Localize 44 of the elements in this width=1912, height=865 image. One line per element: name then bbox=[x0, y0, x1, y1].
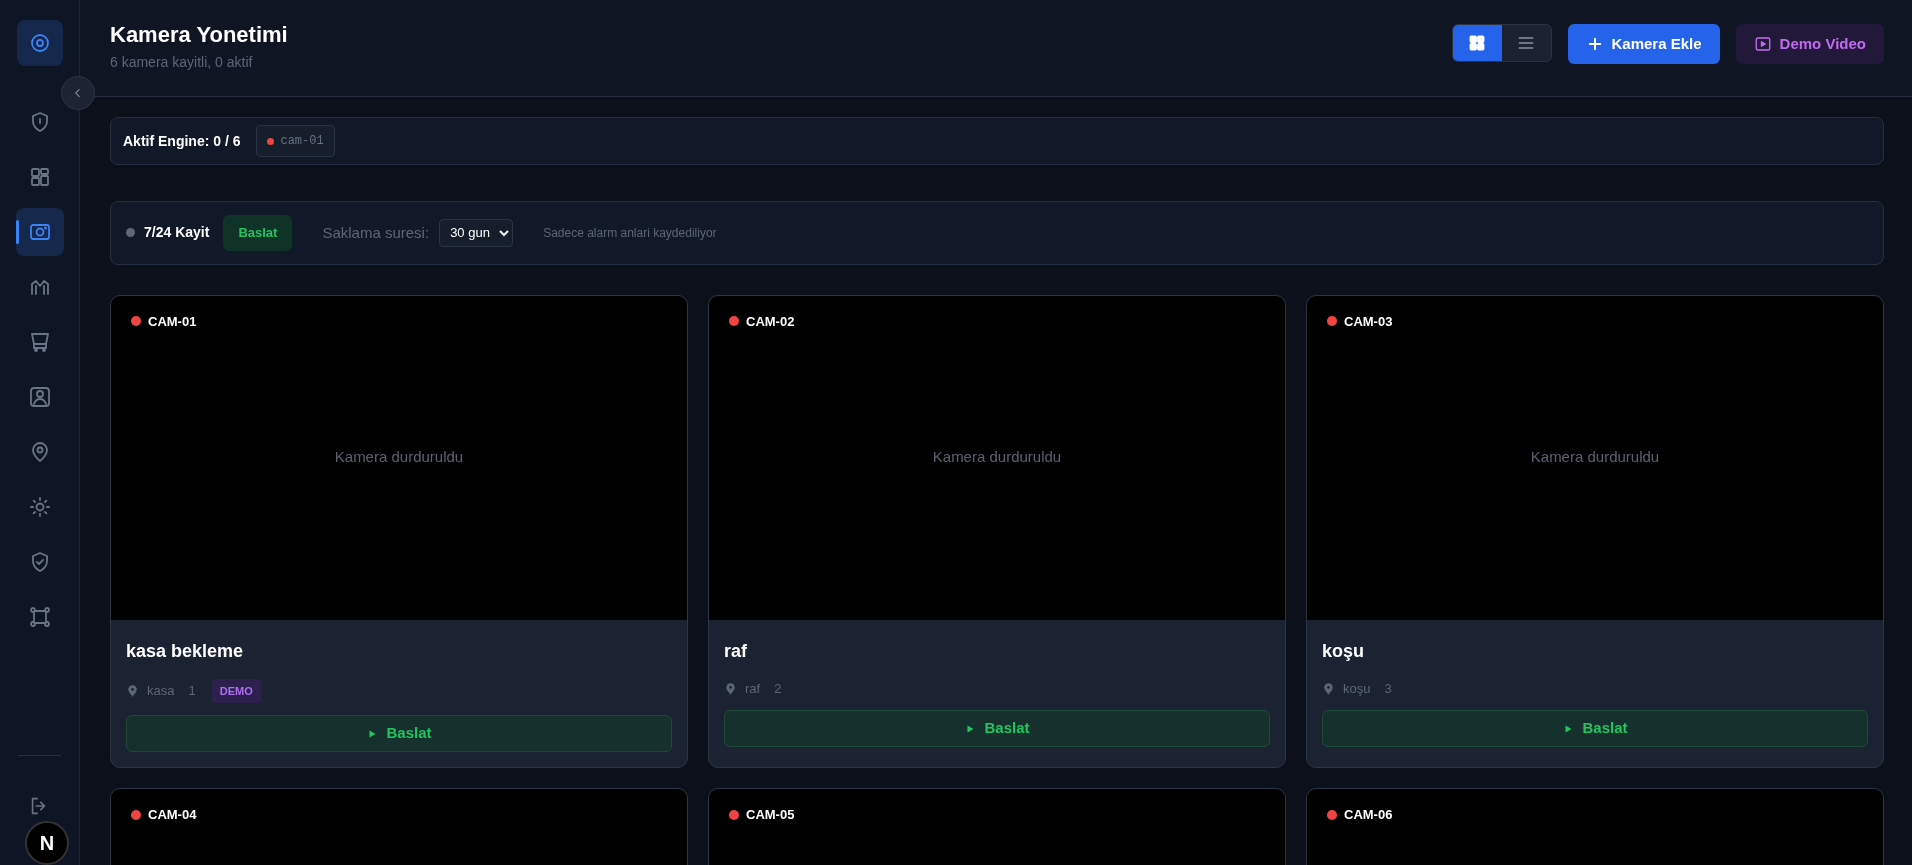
location-pin-icon bbox=[1322, 681, 1335, 695]
camera-name: koşu bbox=[1322, 639, 1365, 663]
start-camera-button[interactable]: Baslat bbox=[1322, 710, 1868, 747]
camera-location: koşu bbox=[1343, 679, 1371, 698]
camera-id: CAM-01 bbox=[148, 312, 197, 331]
frame-icon bbox=[27, 605, 52, 629]
camera-status: Kamera durduruldu bbox=[932, 447, 1062, 468]
engine-chip: cam-01 bbox=[256, 125, 335, 157]
location-pin-icon bbox=[126, 684, 139, 698]
camera-id: CAM-06 bbox=[1344, 806, 1393, 824]
grid-icon bbox=[1467, 33, 1487, 53]
start-recording-button[interactable]: Baslat bbox=[223, 215, 293, 251]
demo-video-button[interactable]: Demo Video bbox=[1735, 24, 1884, 64]
start-camera-button[interactable]: Baslat bbox=[724, 710, 1270, 747]
camera-id: CAM-03 bbox=[1344, 312, 1393, 331]
camera-name: raf bbox=[724, 639, 748, 663]
dev-badge[interactable]: N bbox=[25, 821, 69, 865]
settings-icon bbox=[27, 495, 52, 519]
page-subtitle: 6 kamera kayitli, 0 aktif bbox=[110, 53, 254, 73]
camera-status: Kamera durduruldu bbox=[1530, 447, 1660, 468]
grid-view-button[interactable] bbox=[1452, 25, 1502, 61]
retention-label: Saklama suresi: bbox=[322, 222, 430, 243]
camera-number: 3 bbox=[1384, 679, 1392, 698]
recording-note: Sadece alarm anlari kaydediliyor bbox=[543, 224, 717, 242]
camera-name: kasa bekleme bbox=[126, 639, 245, 663]
camera-id: CAM-05 bbox=[746, 806, 795, 824]
start-camera-button[interactable]: Baslat bbox=[126, 715, 672, 752]
play-icon bbox=[1753, 35, 1772, 53]
location-pin-icon bbox=[724, 681, 737, 695]
add-camera-button[interactable]: Kamera Ekle bbox=[1567, 24, 1720, 64]
camera-location: kasa bbox=[147, 682, 175, 700]
camera-id: CAM-02 bbox=[746, 312, 795, 331]
people-icon bbox=[27, 385, 52, 409]
demo-tag: DEMO bbox=[211, 678, 261, 703]
sidebar-item[interactable] bbox=[15, 208, 64, 256]
engine-count: Aktif Engine: 0 / 6 bbox=[123, 131, 241, 151]
recording-label: 7/24 Kayit bbox=[144, 223, 210, 243]
page-title: Kamera Yonetimi bbox=[110, 22, 288, 49]
camera-id: CAM-04 bbox=[148, 806, 197, 824]
camera-location: raf bbox=[745, 679, 761, 698]
camera-status: Kamera durduruldu bbox=[334, 447, 464, 468]
camera-number: 1 bbox=[188, 682, 196, 700]
retention-select[interactable]: 30 gun bbox=[439, 218, 514, 247]
camera-number: 2 bbox=[774, 679, 782, 698]
